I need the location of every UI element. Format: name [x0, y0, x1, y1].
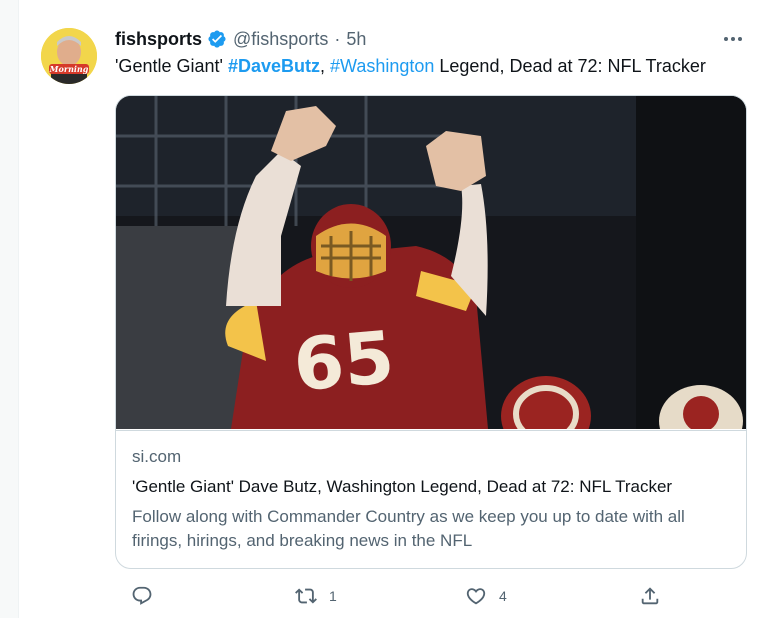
jersey-number: 65 [290, 315, 397, 407]
link-preview-image[interactable]: 65 [116, 96, 746, 429]
author-name[interactable]: fishsports [115, 29, 202, 50]
more-icon[interactable] [720, 28, 746, 50]
link-description: Follow along with Commander Country as w… [132, 507, 685, 550]
avatar-logo-text: Morning [49, 64, 89, 74]
tweet-text-part: , [319, 56, 330, 76]
hashtag-link[interactable]: #DaveButz [228, 56, 320, 76]
hashtag-link[interactable]: #Washington [330, 56, 434, 76]
tweet-card[interactable]: Morning fishsports @fishsports · 5h 'Gen… [18, 0, 765, 618]
retweet-count: 1 [329, 588, 337, 604]
avatar-image: Morning [41, 28, 97, 84]
dot-separator: · [334, 28, 341, 49]
tweet-text-part: Legend, Dead at 72: NFL Tracker [434, 56, 706, 76]
share-button[interactable] [639, 581, 661, 611]
reply-button[interactable] [131, 581, 153, 611]
like-count: 4 [499, 588, 507, 604]
retweet-icon [295, 585, 317, 607]
retweet-button[interactable]: 1 [295, 581, 337, 611]
tweet-text: 'Gentle Giant' #DaveButz, #Washington Le… [115, 56, 706, 77]
link-preview-card[interactable]: 65 si.com 'Gentle Giant' Dave Butz, Wash… [115, 95, 747, 569]
link-info[interactable]: si.com 'Gentle Giant' Dave Butz, Washing… [116, 430, 746, 568]
like-icon [465, 585, 487, 607]
share-icon [639, 585, 661, 607]
tweet-header: fishsports @fishsports · 5h [115, 28, 366, 50]
author-handle[interactable]: @fishsports [233, 29, 328, 50]
link-title: 'Gentle Giant' Dave Butz, Washington Leg… [132, 477, 673, 496]
timestamp[interactable]: 5h [346, 29, 366, 50]
tweet-actions: 1 4 [115, 581, 675, 611]
verified-badge-icon [207, 29, 227, 49]
tweet-text-part: 'Gentle Giant' [115, 56, 228, 76]
reply-icon [131, 585, 153, 607]
like-button[interactable]: 4 [465, 581, 507, 611]
link-domain: si.com [132, 447, 182, 466]
avatar[interactable]: Morning [41, 28, 97, 84]
